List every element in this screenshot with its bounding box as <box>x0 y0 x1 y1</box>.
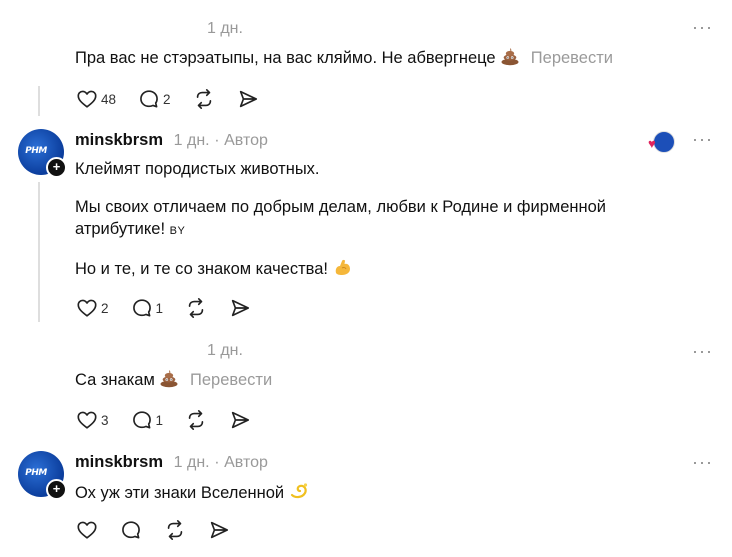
muscle-emoji-icon <box>333 257 353 277</box>
more-options-icon[interactable]: ··· <box>692 17 713 38</box>
username[interactable]: minskbrsm <box>75 131 163 149</box>
comment-text-span: Мы своих отличаем по добрым делам, любви… <box>75 198 607 238</box>
send-icon <box>229 409 251 431</box>
comment-icon <box>131 297 153 319</box>
follow-plus-icon[interactable]: + <box>46 479 67 500</box>
repost-button[interactable] <box>193 88 215 110</box>
like-count: 3 <box>101 412 109 428</box>
author-label: Автор <box>224 454 268 471</box>
comment-icon <box>138 88 160 110</box>
heart-icon <box>76 297 98 319</box>
avatar-logo: РНМ <box>24 468 48 478</box>
share-button[interactable] <box>229 297 251 319</box>
like-button[interactable]: 48 <box>76 88 116 110</box>
reply-count: 1 <box>155 412 164 428</box>
more-options-icon[interactable]: ··· <box>692 341 713 362</box>
comment-text-line: Са знакам <box>75 371 155 389</box>
comment-text: Са знакам Перевести <box>75 368 272 391</box>
heart-icon <box>76 88 98 110</box>
comment-time: 1 дн. <box>207 20 243 37</box>
liked-by-author-badge: ♥ <box>648 131 675 153</box>
like-count: 48 <box>101 91 117 107</box>
reply-button[interactable]: 1 <box>131 297 164 319</box>
comment-time: 1 дн. <box>173 454 210 471</box>
thread-line <box>38 182 40 322</box>
comment-text-line: Ох уж эти знаки Вселенной <box>75 484 285 502</box>
like-count: 2 <box>101 300 109 316</box>
comment-actions: 2 1 <box>76 297 273 319</box>
reply-count: 2 <box>163 91 171 107</box>
comment-text: Ох уж эти знаки Вселенной <box>75 481 309 504</box>
send-icon <box>237 88 259 110</box>
comment-text-line: Клеймят породистых животных. <box>75 160 320 178</box>
send-icon <box>229 297 251 319</box>
follow-plus-icon[interactable]: + <box>46 157 67 178</box>
repost-button[interactable] <box>185 409 207 431</box>
comment-icon <box>120 519 142 541</box>
share-button[interactable] <box>229 409 251 431</box>
reply-button[interactable]: 2 <box>138 88 171 110</box>
reply-button[interactable] <box>120 519 142 541</box>
translate-link[interactable]: Перевести <box>531 49 613 67</box>
reply-button[interactable]: 1 <box>131 409 164 431</box>
comment-text-line: Пра вас не стэрэатыпы, на вас кляймо. Не… <box>75 49 496 67</box>
share-button[interactable] <box>208 519 230 541</box>
by-flag: BY <box>169 225 186 237</box>
comment-text-line: Мы своих отличаем по добрым делам, любви… <box>75 196 675 242</box>
comment-header: minskbrsm 1 дн. · Автор <box>75 453 268 471</box>
comment-header: minskbrsm 1 дн. · Автор <box>75 131 268 149</box>
author-label: Автор <box>224 132 268 149</box>
poop-emoji-icon <box>500 46 520 66</box>
comment-actions <box>76 519 252 541</box>
comment-actions: 48 2 <box>76 88 281 110</box>
avatar[interactable]: РНМ + <box>18 451 67 500</box>
reply-count: 1 <box>155 300 164 316</box>
translate-link[interactable]: Перевести <box>190 371 272 389</box>
comment-text-span: Но и те, и те со знаком качества! <box>75 260 329 278</box>
avatar-logo: РНМ <box>24 146 48 156</box>
repost-icon <box>185 297 207 319</box>
more-options-icon[interactable]: ··· <box>692 452 713 473</box>
repost-button[interactable] <box>164 519 186 541</box>
comment-time: 1 дн. <box>207 342 243 359</box>
comment-text: Пра вас не стэрэатыпы, на вас кляймо. Не… <box>75 46 613 69</box>
share-button[interactable] <box>237 88 259 110</box>
repost-icon <box>193 88 215 110</box>
comment-actions: 3 1 <box>76 409 273 431</box>
dizzy-emoji-icon <box>289 481 309 501</box>
repost-button[interactable] <box>185 297 207 319</box>
heart-icon: ♥ <box>648 136 656 151</box>
poop-emoji-icon <box>159 368 179 388</box>
avatar[interactable]: РНМ + <box>18 129 67 178</box>
like-button[interactable]: 2 <box>76 297 109 319</box>
comment-text-line: Но и те, и те со знаком качества! <box>75 257 353 280</box>
like-button[interactable] <box>76 519 98 541</box>
more-options-icon[interactable]: ··· <box>692 129 713 150</box>
heart-icon <box>76 519 98 541</box>
like-button[interactable]: 3 <box>76 409 109 431</box>
repost-icon <box>185 409 207 431</box>
send-icon <box>208 519 230 541</box>
username[interactable]: minskbrsm <box>75 453 163 471</box>
thread-line <box>38 86 40 116</box>
heart-icon <box>76 409 98 431</box>
comment-icon <box>131 409 153 431</box>
repost-icon <box>164 519 186 541</box>
comment-time: 1 дн. <box>173 132 210 149</box>
